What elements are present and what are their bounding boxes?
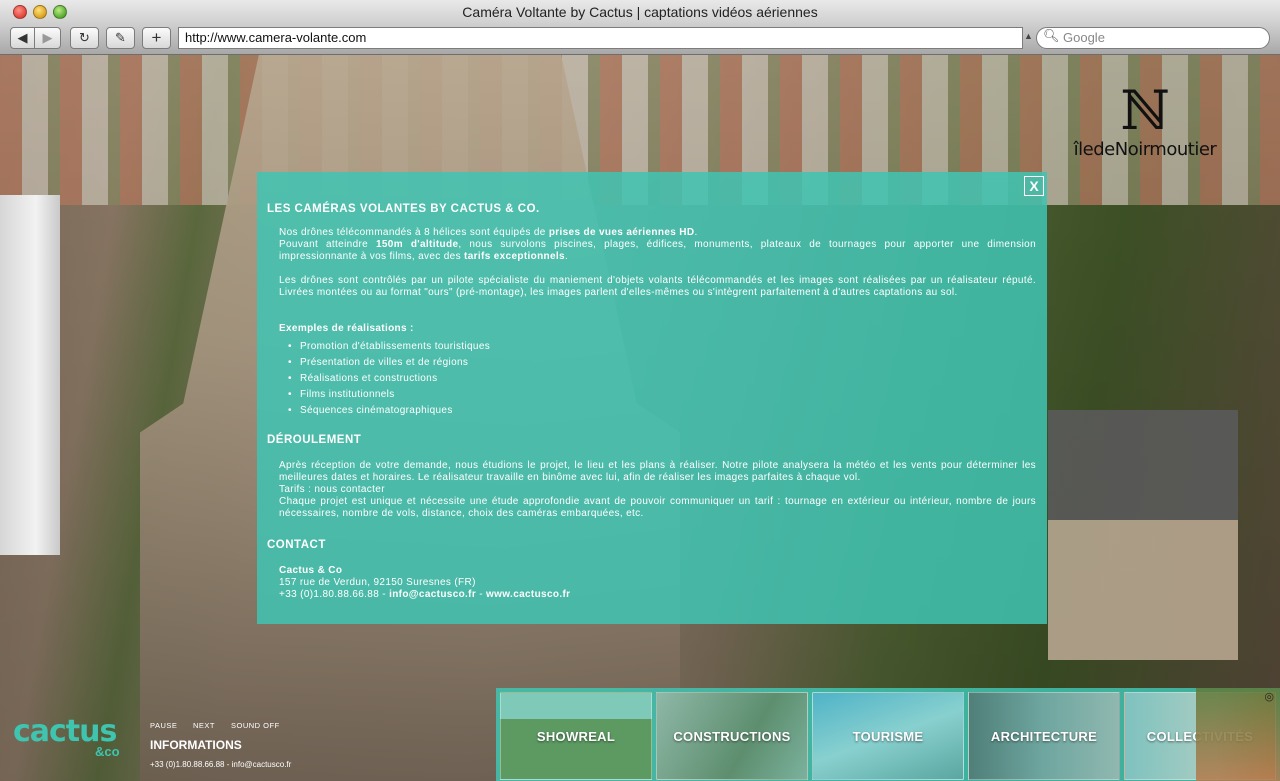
company-address: 157 rue de Verdun, 92150 Suresnes (FR) xyxy=(279,577,476,588)
sound-toggle-button[interactable]: SOUND OFF xyxy=(231,721,280,730)
minimize-window-icon[interactable] xyxy=(33,5,47,19)
section-title-deroulement: DÉROULEMENT xyxy=(267,434,362,446)
window-title: Caméra Voltante by Cactus | captations v… xyxy=(462,4,818,20)
example-item: Réalisations et constructions xyxy=(279,373,1036,385)
address-bar[interactable]: http://www.camera-volante.com xyxy=(178,27,1023,49)
search-icon: 🔍︎ xyxy=(1043,28,1060,43)
nav-label: ARCHITECTURE xyxy=(990,728,1098,744)
example-item: Séquences cinématographiques xyxy=(279,405,1036,417)
forward-button[interactable]: ▶ xyxy=(35,27,61,49)
example-item: Promotion d'établissements touristiques xyxy=(279,341,1036,353)
intro-block: Nos drônes télécommandés à 8 hélices son… xyxy=(279,227,1036,299)
intro-paragraph-3: Les drônes sont contrôlés par un pilote … xyxy=(279,275,1036,298)
contact-block: Cactus & Co 157 rue de Verdun, 92150 Sur… xyxy=(279,565,1036,601)
forward-arrow-icon: ▶ xyxy=(42,30,53,45)
pause-button[interactable]: PAUSE xyxy=(150,721,177,730)
nav-constructions[interactable]: CONSTRUCTIONS xyxy=(656,692,808,780)
category-nav: SHOWREAL CONSTRUCTIONS TOURISME ARCHITEC… xyxy=(496,688,1280,781)
examples-title: Exemples de réalisations : xyxy=(279,323,414,334)
close-panel-button[interactable]: X xyxy=(1024,176,1044,196)
reload-icon: ↻ xyxy=(79,30,90,45)
nav-showreal[interactable]: SHOWREAL xyxy=(500,692,652,780)
corner-thumbnail-image: ◎ xyxy=(1196,688,1280,781)
examples-block: Exemples de réalisations : Promotion d'é… xyxy=(279,323,1036,421)
cactus-logo-co: &co xyxy=(95,744,120,759)
footer-left: cactus &co PAUSE NEXT SOUND OFF INFORMAT… xyxy=(0,688,496,781)
examples-list: Promotion d'établissements touristiques … xyxy=(279,341,1036,417)
deroulement-paragraph-1: Après réception de votre demande, nous é… xyxy=(279,460,1036,483)
add-bookmark-button[interactable]: + xyxy=(142,27,171,49)
example-item: Films institutionnels xyxy=(279,389,1036,401)
intro-paragraph-2: Pouvant atteindre 150m d'altitude, nous … xyxy=(279,239,1036,262)
reload-button[interactable]: ↻ xyxy=(70,27,99,49)
snapback-icon: ✎ xyxy=(115,30,126,45)
phone-number: +33 (0)1.80.88.66.88 - xyxy=(279,589,390,600)
plus-icon: + xyxy=(151,28,162,47)
nav-label: CONSTRUCTIONS xyxy=(673,728,791,744)
address-dropdown-icon[interactable]: ▲ xyxy=(1024,31,1033,41)
next-button[interactable]: NEXT xyxy=(193,721,215,730)
intro-paragraph-1: Nos drônes télécommandés à 8 hélices son… xyxy=(279,227,698,238)
nav-label: TOURISME xyxy=(852,728,924,744)
nav-tourisme[interactable]: TOURISME xyxy=(812,692,964,780)
nav-label: SHOWREAL xyxy=(536,728,616,744)
deroulement-paragraph-2: Chaque projet est unique et nécessite un… xyxy=(279,496,1036,519)
close-window-icon[interactable] xyxy=(13,5,27,19)
website-link[interactable]: www.cactusco.fr xyxy=(486,589,570,600)
mini-swirl-icon: ◎ xyxy=(1264,691,1274,703)
url-text: http://www.camera-volante.com xyxy=(185,30,367,45)
page-background: ℕ îledeNoirmoutier X LES CAMÉRAS VOLANTE… xyxy=(0,55,1280,781)
deroulement-block: Après réception de votre demande, nous é… xyxy=(279,460,1036,520)
informations-link[interactable]: INFORMATIONS xyxy=(150,738,242,752)
section-title-contact: CONTACT xyxy=(267,539,326,551)
noirmoutier-logo-text: îledeNoirmoutier xyxy=(1073,139,1217,160)
back-arrow-icon: ◀ xyxy=(17,30,28,45)
footer-contact-line: +33 (0)1.80.88.66.88 - info@cactusco.fr xyxy=(150,760,292,769)
section-title-cameras: LES CAMÉRAS VOLANTES BY CACTUS & CO. xyxy=(267,203,540,215)
noirmoutier-swirl-icon: ℕ xyxy=(1120,79,1170,142)
browser-toolbar: ◀ ▶ ↻ ✎ + http://www.camera-volante.com … xyxy=(0,24,1280,55)
info-overlay-panel: X LES CAMÉRAS VOLANTES BY CACTUS & CO. N… xyxy=(257,172,1047,624)
email-link[interactable]: info@cactusco.fr xyxy=(389,589,476,600)
example-item: Présentation de villes et de régions xyxy=(279,357,1036,369)
search-placeholder: Google xyxy=(1063,30,1105,45)
company-name: Cactus & Co xyxy=(279,565,343,576)
tarifs-line: Tarifs : nous contacter xyxy=(279,484,385,495)
background-lighthouse-image xyxy=(0,195,60,555)
zoom-window-icon[interactable] xyxy=(53,5,67,19)
search-input[interactable]: Google xyxy=(1036,27,1270,49)
back-button[interactable]: ◀ xyxy=(10,27,35,49)
nav-architecture[interactable]: ARCHITECTURE xyxy=(968,692,1120,780)
background-house-image xyxy=(1048,410,1238,660)
snapback-button[interactable]: ✎ xyxy=(106,27,135,49)
window-titlebar: Caméra Voltante by Cactus | captations v… xyxy=(0,0,1280,24)
contact-line: +33 (0)1.80.88.66.88 - info@cactusco.fr … xyxy=(279,589,571,600)
noirmoutier-logo: ℕ îledeNoirmoutier xyxy=(1070,83,1220,173)
